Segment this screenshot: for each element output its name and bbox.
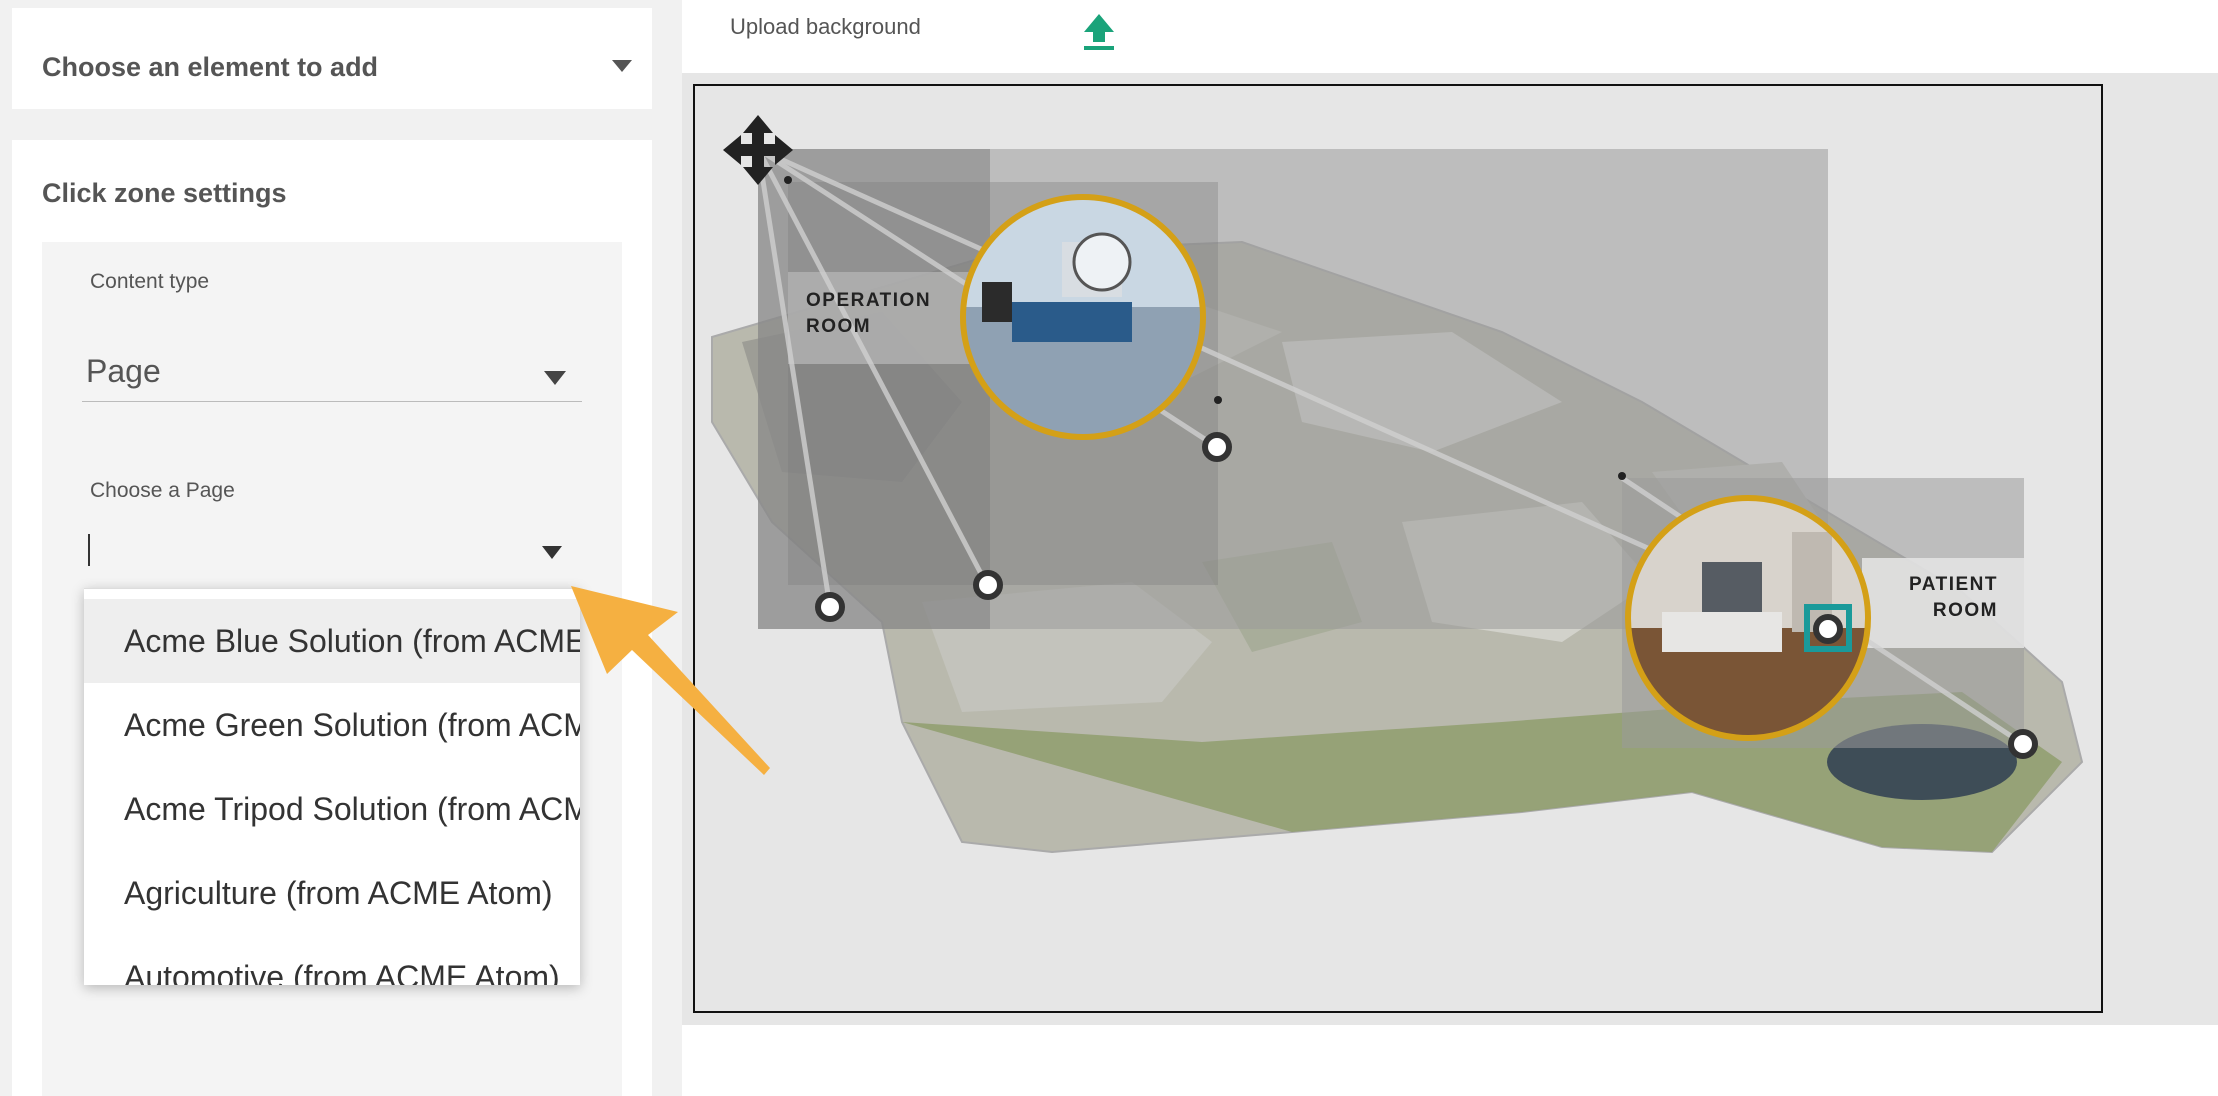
content-type-select[interactable]: Page [82, 347, 582, 402]
background-stage[interactable] [693, 84, 2103, 1013]
page-option[interactable]: Acme Tripod Solution (from ACME Atom) [84, 767, 580, 851]
stage-illustration [711, 115, 2084, 854]
page-option[interactable]: Agriculture (from ACME Atom) [84, 851, 580, 935]
choose-element-dropdown[interactable]: Choose an element to add [12, 8, 652, 109]
patient-room-label: PATIENT ROOM [1909, 574, 1998, 621]
upload-icon[interactable] [1080, 12, 1118, 52]
panel-title: Click zone settings [42, 178, 287, 208]
operation-room-label: OPERATION ROOM [806, 290, 932, 337]
chevron-down-icon[interactable] [542, 546, 562, 559]
editor-toolbar: Upload background [682, 0, 2218, 73]
operation-room-image [960, 194, 1206, 440]
chevron-down-icon[interactable] [544, 371, 566, 385]
content-type-value: Page [86, 353, 161, 389]
chevron-down-icon[interactable] [612, 60, 632, 72]
content-type-label: Content type [90, 270, 210, 293]
page-options-list[interactable]: Acme Blue Solution (from ACME Atom) Acme… [84, 588, 580, 985]
upload-background-label: Upload background [730, 14, 921, 39]
canvas-footer [682, 1025, 2218, 1096]
page-option[interactable]: Acme Blue Solution (from ACME Atom) [84, 599, 580, 683]
text-cursor [88, 534, 90, 566]
page-option[interactable]: Acme Green Solution (from ACME Atom) [84, 683, 580, 767]
choose-element-label: Choose an element to add [42, 52, 379, 82]
choose-page-label: Choose a Page [90, 479, 235, 502]
page-select-input[interactable] [82, 522, 582, 576]
page-option[interactable]: Automotive (from ACME Atom) [84, 935, 580, 985]
